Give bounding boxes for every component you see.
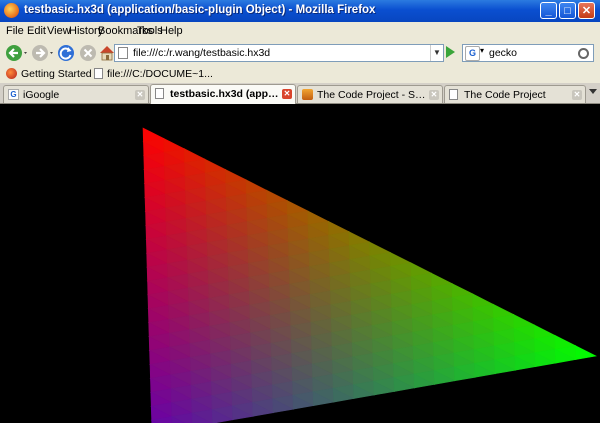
bookmark-getting-started[interactable]: Getting Started	[6, 68, 92, 80]
plugin-render-area[interactable]	[0, 104, 600, 423]
tab-testbasic[interactable]: testbasic.hx3d (application/basi... ✕	[150, 84, 296, 104]
forward-arrow-icon[interactable]	[30, 43, 54, 63]
window-title: testbasic.hx3d (application/basic-plugin…	[24, 4, 376, 16]
reload-icon[interactable]	[56, 43, 76, 63]
menu-edit[interactable]: Edit	[27, 25, 46, 37]
tab-label: The Code Project	[464, 89, 546, 101]
bookmark-label: file:///C:/DOCUME~1...	[107, 68, 213, 80]
tab-close-icon[interactable]: ✕	[429, 90, 439, 100]
url-text[interactable]: file:///c:/r.wang/testbasic.hx3d	[133, 47, 270, 59]
search-engine-icon[interactable]: G	[465, 46, 480, 61]
gradient-triangle-canvas	[0, 104, 600, 423]
go-arrow-icon[interactable]	[446, 46, 455, 58]
close-button[interactable]: ✕	[578, 2, 595, 19]
firefox-logo-icon	[4, 3, 19, 18]
menu-view[interactable]: View	[47, 25, 71, 37]
menu-file[interactable]: File	[6, 25, 24, 37]
tab-label: iGoogle	[23, 89, 60, 101]
page-icon	[155, 88, 164, 99]
tab-close-icon[interactable]: ✕	[135, 90, 145, 100]
maximize-button[interactable]: □	[559, 2, 576, 19]
url-dropdown-icon[interactable]: ▼	[430, 45, 443, 61]
menu-tools[interactable]: Tools	[137, 25, 163, 37]
search-input[interactable]: gecko	[489, 47, 517, 59]
back-arrow-icon[interactable]	[4, 43, 28, 63]
search-icon[interactable]	[578, 48, 589, 59]
tab-label: The Code Project - Submission Guideli...	[317, 89, 426, 101]
google-icon: G	[8, 89, 19, 100]
tab-bar: G iGoogle ✕ testbasic.hx3d (application/…	[0, 83, 600, 104]
title-bar[interactable]: testbasic.hx3d (application/basic-plugin…	[0, 0, 600, 22]
all-tabs-dropdown-icon[interactable]	[589, 89, 597, 94]
firefox-bookmark-icon	[6, 68, 17, 79]
search-engine-dropdown-icon[interactable]: ▾	[480, 46, 484, 55]
stop-icon[interactable]	[78, 43, 98, 63]
page-icon	[449, 89, 458, 100]
page-icon	[118, 47, 128, 59]
navigation-toolbar: file:///c:/r.wang/testbasic.hx3d ▼ G ▾ g…	[0, 40, 600, 67]
search-bar[interactable]: G ▾ gecko	[462, 44, 594, 62]
firefox-window: testbasic.hx3d (application/basic-plugin…	[0, 0, 600, 423]
menu-bar: File Edit View History Bookmarks Tools H…	[0, 22, 600, 41]
tab-close-icon[interactable]: ✕	[572, 90, 582, 100]
bookmarks-toolbar: Getting Started file:///C:/DOCUME~1...	[0, 66, 600, 84]
bookmark-local-file[interactable]: file:///C:/DOCUME~1...	[94, 68, 213, 80]
page-icon	[94, 68, 103, 79]
tab-codeproject[interactable]: The Code Project ✕	[444, 85, 586, 103]
tab-close-icon[interactable]: ✕	[282, 89, 292, 99]
tab-igoogle[interactable]: G iGoogle ✕	[3, 85, 149, 103]
bookmark-label: Getting Started	[21, 68, 92, 80]
codeproject-icon	[302, 89, 313, 100]
url-bar[interactable]: file:///c:/r.wang/testbasic.hx3d ▼	[114, 44, 444, 62]
menu-help[interactable]: Help	[160, 25, 183, 37]
tab-codeproject-guidelines[interactable]: The Code Project - Submission Guideli...…	[297, 85, 443, 103]
minimize-button[interactable]: _	[540, 2, 557, 19]
tab-label: testbasic.hx3d (application/basi...	[170, 88, 279, 100]
